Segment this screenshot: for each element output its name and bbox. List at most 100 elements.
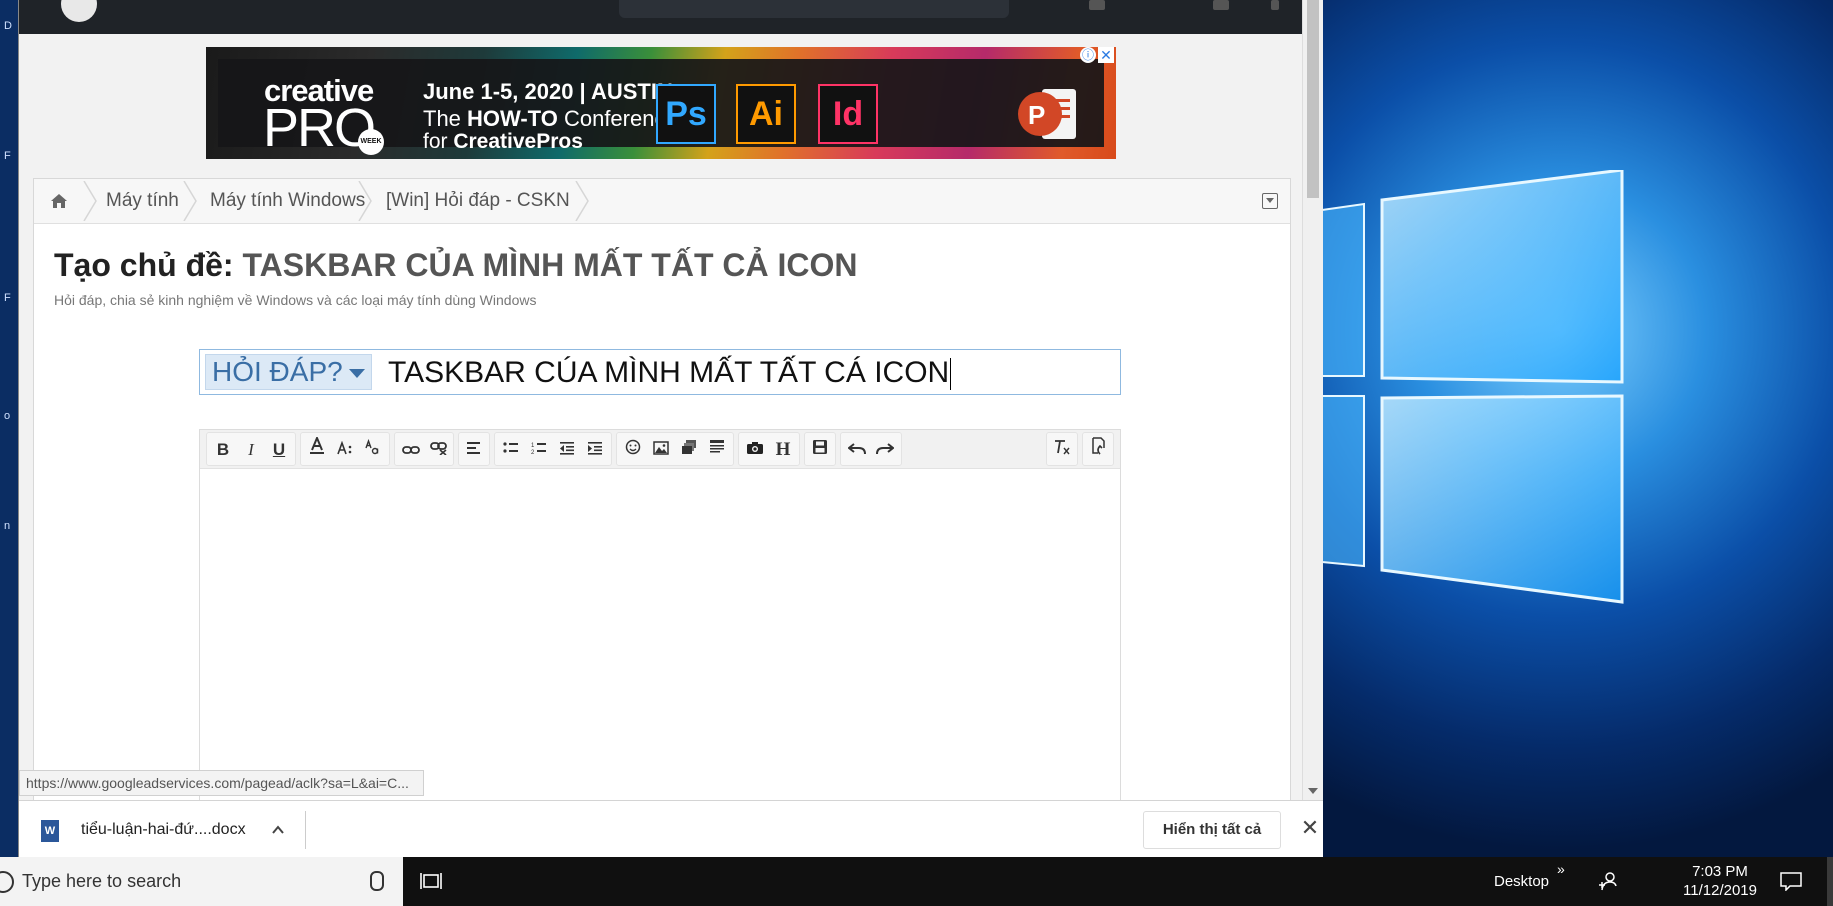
ad-week-badge: WEEK bbox=[358, 129, 384, 155]
people-icon[interactable] bbox=[1598, 871, 1618, 891]
font-color-icon[interactable] bbox=[303, 435, 331, 463]
toolbar-group-source bbox=[1082, 432, 1114, 466]
toolbar-group-history bbox=[840, 432, 902, 466]
toolbar-expand-icon[interactable]: » bbox=[1557, 861, 1565, 877]
toggle-bbcode-icon[interactable] bbox=[1084, 437, 1112, 463]
font-size-icon[interactable] bbox=[331, 437, 359, 463]
ad-line3-bold: CreativePros bbox=[453, 130, 583, 153]
smiley-icon[interactable] bbox=[619, 437, 647, 463]
breadcrumb-dropdown-toggle[interactable] bbox=[1262, 193, 1278, 209]
ad-close-icon[interactable]: ✕ bbox=[1098, 47, 1114, 63]
ad-line2-prefix: The bbox=[423, 106, 468, 131]
microphone-icon[interactable] bbox=[370, 871, 384, 891]
site-logo[interactable] bbox=[61, 0, 97, 22]
thread-prefix-dropdown[interactable]: HỎI ĐÁP? bbox=[205, 354, 372, 390]
scrollbar-thumb[interactable] bbox=[1307, 0, 1319, 198]
show-desktop-button[interactable] bbox=[1827, 857, 1833, 906]
ad-banner[interactable]: creative PRO WEEK June 1-5, 2020 | AUSTI… bbox=[206, 47, 1116, 159]
action-center-icon[interactable] bbox=[1780, 872, 1802, 891]
downloads-bar: W tiểu-luận-hai-đứ....docx Hiển thị tất … bbox=[19, 800, 1323, 858]
quote-icon[interactable] bbox=[703, 437, 731, 463]
unlink-icon[interactable] bbox=[425, 437, 453, 463]
underline-button[interactable]: U bbox=[265, 437, 293, 463]
svg-text:P: P bbox=[1028, 100, 1045, 130]
numbered-list-icon[interactable]: 12 bbox=[525, 437, 553, 463]
site-search-bar[interactable] bbox=[619, 0, 1009, 18]
desktop-icon-strip: DFFon bbox=[0, 0, 18, 857]
toolbar-group-links bbox=[394, 432, 454, 466]
show-all-downloads-button[interactable]: Hiển thị tất cả bbox=[1143, 811, 1281, 849]
toolbar-group-font bbox=[300, 432, 390, 466]
toolbar-group-save bbox=[804, 432, 836, 466]
font-family-icon[interactable] bbox=[359, 437, 387, 463]
cortana-icon[interactable] bbox=[0, 871, 14, 893]
heading-button[interactable]: H bbox=[769, 437, 797, 463]
ad-brand-bottom: PRO bbox=[263, 98, 376, 158]
downloads-divider bbox=[305, 811, 306, 849]
close-downloads-icon[interactable]: ✕ bbox=[1299, 817, 1321, 839]
notification-icon[interactable] bbox=[1089, 0, 1105, 10]
photoshop-icon: Ps bbox=[656, 84, 716, 144]
breadcrumb-item-may-tinh[interactable]: Máy tính bbox=[106, 179, 179, 223]
taskbar-search-placeholder[interactable]: Type here to search bbox=[22, 857, 181, 906]
taskbar-clock[interactable]: 7:03 PM 11/12/2019 bbox=[1680, 862, 1760, 900]
undo-icon[interactable] bbox=[843, 437, 871, 463]
clock-date: 11/12/2019 bbox=[1683, 882, 1757, 899]
ad-audience-line: for CreativePros bbox=[423, 130, 583, 154]
toolbar-group-lists: 12 bbox=[494, 432, 612, 466]
thread-prefix-label: HỎI ĐÁP? bbox=[212, 356, 343, 387]
camera-icon[interactable] bbox=[741, 437, 769, 463]
page-title-topic: TASKBAR CỦA MÌNH MẤT TẤT CẢ ICON bbox=[242, 247, 858, 283]
align-icon[interactable] bbox=[460, 437, 488, 463]
indent-icon[interactable] bbox=[581, 437, 609, 463]
thread-title-value[interactable]: TASKBAR CÚA MÌNH MẤT TẤT CÁ ICON bbox=[388, 350, 951, 396]
link-icon[interactable] bbox=[397, 437, 425, 463]
scroll-down-arrow-icon[interactable] bbox=[1308, 788, 1318, 794]
bullet-list-icon[interactable] bbox=[497, 437, 525, 463]
ad-info-icon[interactable]: ⓘ bbox=[1080, 47, 1096, 63]
ad-date-line: June 1-5, 2020 | AUSTIN bbox=[423, 79, 673, 104]
windows-logo-wallpaper bbox=[1322, 170, 1624, 604]
toolbar-group-media bbox=[616, 432, 734, 466]
settings-icon[interactable] bbox=[1271, 0, 1279, 10]
page-body: creative PRO WEEK June 1-5, 2020 | AUSTI… bbox=[19, 34, 1303, 802]
thread-title-input[interactable]: HỎI ĐÁP? TASKBAR CÚA MÌNH MẤT TẤT CÁ ICO… bbox=[199, 349, 1121, 395]
desktop-toolbar-label[interactable]: Desktop bbox=[1494, 857, 1549, 906]
chevron-up-icon[interactable] bbox=[271, 823, 285, 837]
clock-time: 7:03 PM bbox=[1692, 863, 1748, 880]
svg-text:2: 2 bbox=[531, 450, 535, 455]
ad-line2-bold: HOW-TO bbox=[467, 106, 558, 131]
ad-panel[interactable]: creative PRO WEEK June 1-5, 2020 | AUSTI… bbox=[218, 59, 1104, 155]
windows-taskbar: Type here to search Desktop » 7:03 PM 11… bbox=[0, 857, 1833, 906]
image-icon[interactable] bbox=[647, 437, 675, 463]
chevron-down-icon bbox=[348, 369, 365, 379]
redo-icon[interactable] bbox=[871, 437, 899, 463]
breadcrumb-item-forum[interactable]: [Win] Hỏi đáp - CSKN bbox=[386, 179, 570, 223]
word-document-icon: W bbox=[41, 820, 59, 842]
page-scrollbar[interactable] bbox=[1302, 0, 1323, 800]
message-editor[interactable]: B I U 1 2 H bbox=[199, 429, 1121, 801]
toolbar-group-clear bbox=[1046, 432, 1078, 466]
remove-format-icon[interactable] bbox=[1048, 437, 1076, 463]
home-icon[interactable] bbox=[34, 179, 84, 223]
indesign-icon: Id bbox=[818, 84, 878, 144]
powerpoint-icon: P bbox=[1018, 89, 1076, 139]
breadcrumb-item-may-tinh-windows[interactable]: Máy tính Windows bbox=[210, 179, 365, 223]
toolbar-group-text-style: B I U bbox=[206, 432, 296, 466]
media-icon[interactable] bbox=[675, 437, 703, 463]
breadcrumb-separator bbox=[183, 181, 197, 221]
svg-text:1: 1 bbox=[531, 443, 535, 449]
breadcrumb: Máy tính Máy tính Windows [Win] Hỏi đáp … bbox=[34, 179, 1290, 224]
inbox-icon[interactable] bbox=[1213, 0, 1229, 10]
browser-window: creative PRO WEEK June 1-5, 2020 | AUSTI… bbox=[18, 0, 1323, 858]
bold-button[interactable]: B bbox=[209, 437, 237, 463]
toolbar-group-align bbox=[458, 432, 490, 466]
save-draft-icon[interactable] bbox=[806, 437, 834, 463]
page-title-prefix: Tạo chủ đề: bbox=[54, 247, 243, 283]
outdent-icon[interactable] bbox=[553, 437, 581, 463]
taskbar-search-box[interactable]: Type here to search bbox=[0, 857, 403, 906]
page-subtitle: Hỏi đáp, chia sẻ kinh nghiệm về Windows … bbox=[54, 292, 537, 308]
italic-button[interactable]: I bbox=[237, 437, 265, 463]
task-view-icon[interactable] bbox=[420, 872, 442, 890]
illustrator-icon: Ai bbox=[736, 84, 796, 144]
